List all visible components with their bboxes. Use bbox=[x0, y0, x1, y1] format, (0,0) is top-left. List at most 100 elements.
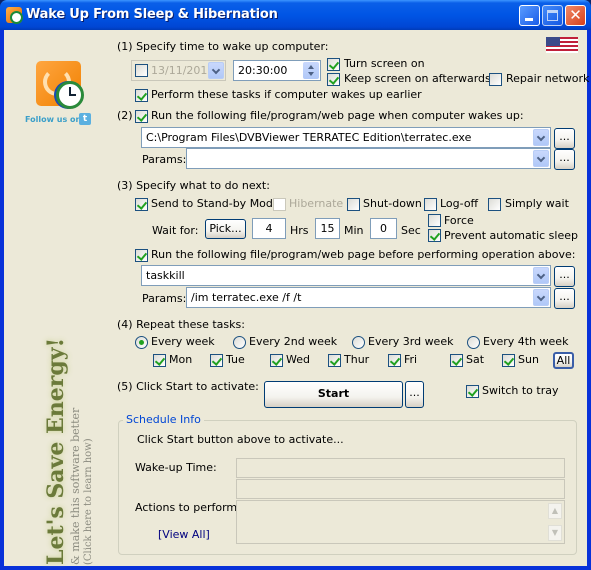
every-week-label: Every week bbox=[151, 335, 215, 348]
twitter-icon[interactable]: t bbox=[79, 113, 91, 125]
perform-if-earlier-label: Perform these tasks if computer wakes up… bbox=[151, 88, 422, 101]
start-options-button[interactable]: ... bbox=[405, 381, 424, 408]
force-checkbox[interactable] bbox=[428, 214, 441, 227]
minutes-input[interactable]: 15 bbox=[315, 218, 340, 239]
keep-screen-on-checkbox[interactable] bbox=[327, 73, 340, 86]
start-button[interactable]: Start bbox=[264, 381, 403, 408]
browse-before-program-button[interactable]: ... bbox=[554, 266, 575, 287]
section2-prefix: (2) bbox=[117, 109, 133, 122]
us-flag-icon[interactable] bbox=[546, 37, 578, 53]
schedule-status: Click Start button above to activate... bbox=[137, 433, 344, 446]
chevron-down-icon[interactable] bbox=[533, 150, 549, 167]
day-wed-label: Wed bbox=[286, 353, 310, 366]
logoff-checkbox[interactable] bbox=[424, 198, 437, 211]
seconds-label: Sec bbox=[401, 224, 421, 237]
turn-screen-on-label: Turn screen on bbox=[344, 57, 425, 70]
actions-field[interactable]: ▲ ▼ bbox=[236, 500, 565, 544]
date-value: 13/11/2013 bbox=[151, 64, 215, 77]
spin-up-icon bbox=[308, 65, 314, 69]
title-bar[interactable]: Wake Up From Sleep & Hibernation ✕ bbox=[0, 0, 591, 30]
prevent-sleep-checkbox[interactable] bbox=[428, 229, 441, 242]
time-value: 20:30:00 bbox=[238, 64, 288, 77]
close-icon: ✕ bbox=[569, 6, 582, 24]
app-window: Wake Up From Sleep & Hibernation ✕ Follo… bbox=[0, 0, 591, 570]
run-on-wake-checkbox[interactable] bbox=[135, 110, 148, 123]
turn-screen-on-checkbox[interactable] bbox=[327, 58, 340, 71]
hours-label: Hrs bbox=[290, 224, 309, 237]
every-4th-week-label: Every 4th week bbox=[483, 335, 569, 348]
energy-learn-how: (Click here to learn how) bbox=[83, 438, 94, 565]
day-mon-label: Mon bbox=[169, 353, 193, 366]
scroll-down-icon[interactable]: ▼ bbox=[548, 525, 562, 541]
day-tue-label: Tue bbox=[226, 353, 245, 366]
actions-label: Actions to perform: bbox=[135, 501, 241, 514]
hibernate-checkbox[interactable] bbox=[273, 198, 286, 211]
day-fri-checkbox[interactable] bbox=[388, 354, 401, 367]
chevron-down-icon[interactable] bbox=[208, 62, 224, 79]
day-sat-checkbox[interactable] bbox=[450, 354, 463, 367]
maximize-icon bbox=[547, 10, 558, 21]
wake-params-label: Params: bbox=[142, 153, 187, 166]
time-spinner[interactable] bbox=[303, 62, 319, 79]
wakeup-time-field-2[interactable] bbox=[236, 479, 565, 499]
chevron-down-icon[interactable] bbox=[533, 289, 549, 306]
seconds-input[interactable]: 0 bbox=[370, 218, 397, 239]
day-sun-checkbox[interactable] bbox=[502, 354, 515, 367]
wake-params-combo[interactable] bbox=[186, 148, 551, 169]
follow-us-label[interactable]: Follow us on bbox=[25, 115, 81, 124]
close-button[interactable]: ✕ bbox=[565, 5, 586, 26]
every-4th-week-radio[interactable] bbox=[467, 336, 480, 349]
pick-button[interactable]: Pick... bbox=[205, 219, 246, 239]
minimize-icon bbox=[525, 18, 533, 21]
minimize-button[interactable] bbox=[519, 5, 540, 26]
switch-to-tray-checkbox[interactable] bbox=[466, 385, 479, 398]
day-wed-checkbox[interactable] bbox=[270, 354, 283, 367]
simply-wait-checkbox[interactable] bbox=[488, 198, 501, 211]
repair-network-checkbox[interactable] bbox=[489, 73, 502, 86]
day-mon-checkbox[interactable] bbox=[153, 354, 166, 367]
section3-heading: (3) Specify what to do next: bbox=[117, 179, 270, 192]
energy-subtitle: & make this software better bbox=[69, 407, 82, 565]
before-program-path: taskkill bbox=[146, 269, 185, 282]
standby-checkbox[interactable] bbox=[135, 198, 148, 211]
app-logo[interactable] bbox=[36, 61, 84, 109]
time-input[interactable]: 20:30:00 bbox=[233, 60, 321, 81]
run-on-wake-label: Run the following file/program/web page … bbox=[151, 109, 524, 122]
date-picker[interactable]: 13/11/2013 bbox=[131, 60, 226, 81]
save-energy-banner[interactable]: Let's Save Energy! & make this software … bbox=[37, 338, 107, 565]
wake-program-path-combo[interactable]: C:\Program Files\DVBViewer TERRATEC Edit… bbox=[141, 127, 551, 148]
wakeup-time-label: Wake-up Time: bbox=[135, 461, 217, 474]
wakeup-time-field[interactable] bbox=[236, 458, 565, 478]
day-thur-checkbox[interactable] bbox=[328, 354, 341, 367]
shutdown-checkbox[interactable] bbox=[347, 198, 360, 211]
every-2nd-week-radio[interactable] bbox=[233, 336, 246, 349]
before-params-value: /im terratec.exe /f /t bbox=[191, 291, 302, 304]
before-program-path-combo[interactable]: taskkill bbox=[141, 265, 551, 286]
day-tue-checkbox[interactable] bbox=[210, 354, 223, 367]
standby-label: Send to Stand-by Mode bbox=[151, 197, 280, 210]
chevron-down-icon[interactable] bbox=[533, 129, 549, 146]
repair-network-label: Repair network bbox=[506, 72, 590, 85]
client-area: Follow us on t Let's Save Energy! & make… bbox=[4, 30, 590, 566]
section5-heading: (5) Click Start to activate: bbox=[117, 380, 259, 393]
browse-wake-program-button[interactable]: ... bbox=[554, 128, 575, 149]
every-3rd-week-radio[interactable] bbox=[352, 336, 365, 349]
hours-input[interactable]: 4 bbox=[252, 218, 286, 239]
select-all-days-button[interactable]: All bbox=[553, 352, 574, 369]
browse-before-params-button[interactable]: ... bbox=[554, 288, 575, 309]
logoff-label: Log-off bbox=[440, 197, 479, 210]
every-week-radio[interactable] bbox=[135, 336, 148, 349]
perform-if-earlier-checkbox[interactable] bbox=[135, 89, 148, 102]
energy-title: Let's Save Energy! bbox=[43, 337, 69, 565]
chevron-down-icon[interactable] bbox=[533, 267, 549, 284]
view-all-link[interactable]: [View All] bbox=[158, 528, 210, 542]
scroll-up-icon[interactable]: ▲ bbox=[548, 503, 562, 519]
maximize-button[interactable] bbox=[542, 5, 563, 26]
run-before-checkbox[interactable] bbox=[135, 249, 148, 262]
browse-wake-params-button[interactable]: ... bbox=[554, 149, 575, 170]
before-params-combo[interactable]: /im terratec.exe /f /t bbox=[186, 287, 551, 308]
window-title: Wake Up From Sleep & Hibernation bbox=[26, 7, 278, 22]
date-enable-checkbox[interactable] bbox=[135, 64, 148, 77]
every-2nd-week-label: Every 2nd week bbox=[249, 335, 338, 348]
wake-program-path: C:\Program Files\DVBViewer TERRATEC Edit… bbox=[146, 131, 472, 144]
